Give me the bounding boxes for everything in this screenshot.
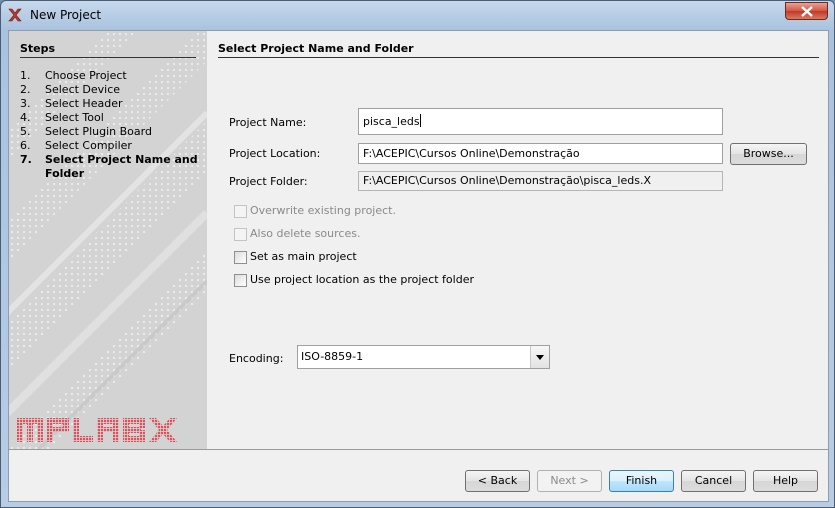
close-icon (801, 6, 813, 17)
steps-divider (20, 57, 196, 58)
checkbox-box (234, 251, 247, 264)
close-window-button[interactable] (785, 2, 828, 20)
chevron-down-icon (536, 355, 544, 360)
checkbox-box (234, 228, 247, 241)
project-folder-field: F:\ACEPIC\Cursos Online\Demonstração\pis… (358, 171, 723, 191)
text-caret (419, 114, 421, 127)
steps-sidebar: Steps 1. Choose Project 2. Select Device 3… (9, 31, 207, 449)
encoding-label: Encoding: (229, 352, 284, 365)
step-select-tool: 4. Select Tool (20, 111, 104, 124)
mplabx-logo (17, 418, 177, 442)
project-name-input[interactable]: pisca_leds (358, 108, 723, 135)
project-location-input[interactable]: F:\ACEPIC\Cursos Online\Demonstração (358, 143, 723, 164)
project-name-label: Project Name: (229, 116, 307, 129)
project-folder-label: Project Folder: (229, 175, 308, 188)
step-choose-project: 1. Choose Project (20, 69, 127, 82)
help-button[interactable]: Help (753, 470, 818, 492)
step-select-project-name-and-folder: 7. Select Project Name and Folder (20, 153, 198, 180)
next-button[interactable]: Next > (537, 470, 602, 492)
project-name-panel: Select Project Name and Folder Project N… (218, 31, 828, 449)
title-bar[interactable]: New Project (1, 1, 834, 29)
dialog-client-area: Steps 1. Choose Project 2. Select Device 3… (8, 30, 829, 502)
steps-list: 1. Choose Project 2. Select Device 3. Selec… (20, 69, 200, 181)
project-location-label: Project Location: (229, 147, 321, 160)
finish-button[interactable]: Finish (609, 470, 674, 492)
step-select-compiler: 6. Select Compiler (20, 139, 132, 152)
new-project-window: New Project Steps 1. Choose Project 2. S… (0, 0, 835, 508)
step-select-header: 3. Select Header (20, 97, 123, 110)
button-bar-divider (9, 449, 828, 450)
panel-title-divider (218, 57, 819, 58)
step-select-plugin-board: 5. Select Plugin Board (20, 125, 152, 138)
steps-heading: Steps (20, 42, 56, 55)
browse-button[interactable]: Browse... (730, 143, 807, 165)
window-title: New Project (30, 8, 102, 22)
panel-title: Select Project Name and Folder (218, 42, 414, 55)
step-select-device: 2. Select Device (20, 83, 121, 96)
encoding-select[interactable]: ISO-8859-1 (297, 345, 550, 369)
dropdown-arrow[interactable] (530, 346, 549, 368)
checkbox-box (234, 274, 247, 287)
cancel-button[interactable]: Cancel (681, 470, 746, 492)
checkbox-box (234, 205, 247, 218)
back-button[interactable]: < Back (465, 470, 530, 492)
mplab-app-icon (8, 8, 22, 22)
